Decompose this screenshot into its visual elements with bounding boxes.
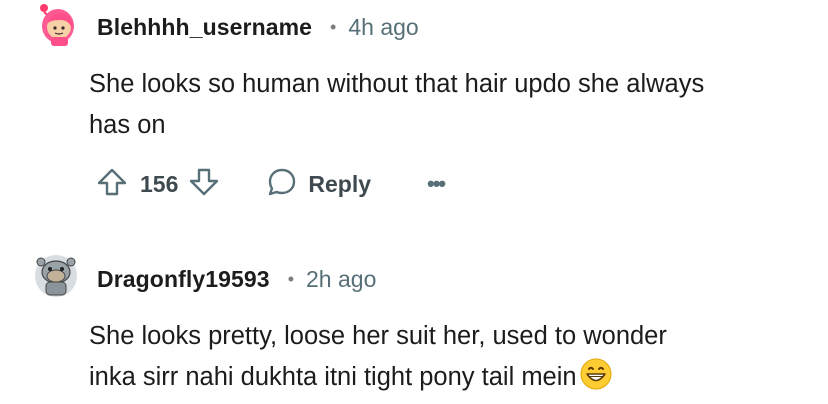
comment-timestamp[interactable]: 4h ago bbox=[348, 14, 418, 41]
comment-text-line-with-emoji: inka sirr nahi dukhta itni tight pony ta… bbox=[89, 357, 667, 398]
grinning-face-emoji-icon bbox=[579, 357, 613, 391]
comment-bubble-icon bbox=[266, 166, 298, 203]
comment-text-line: has on bbox=[89, 111, 166, 139]
downvote-icon[interactable] bbox=[188, 166, 220, 203]
comment-body: She looks pretty, loose her suit her, us… bbox=[89, 316, 667, 398]
comment-meta: Dragonfly19593 • 2h ago bbox=[97, 266, 376, 293]
more-options-icon: ••• bbox=[427, 171, 446, 196]
vote-group: 156 bbox=[96, 166, 220, 203]
grey-snoo-avatar-icon[interactable] bbox=[34, 254, 78, 298]
username-link[interactable]: Blehhhh_username bbox=[97, 14, 312, 41]
comment-body: She looks so human without that hair upd… bbox=[89, 64, 704, 146]
comment-text-line: She looks pretty, loose her suit her, us… bbox=[89, 322, 667, 350]
meta-separator: • bbox=[330, 17, 337, 37]
comment-text-line: She looks so human without that hair upd… bbox=[89, 70, 705, 98]
username-link[interactable]: Dragonfly19593 bbox=[97, 266, 270, 293]
more-options-button[interactable]: ••• bbox=[427, 171, 446, 196]
comment-text-line: inka sirr nahi dukhta itni tight pony ta… bbox=[89, 363, 577, 391]
meta-separator: • bbox=[287, 269, 295, 289]
comment-actions: 156 Reply ••• bbox=[96, 164, 446, 204]
reply-label: Reply bbox=[308, 170, 372, 197]
pink-snoo-avatar-icon[interactable] bbox=[34, 4, 78, 48]
vote-count: 156 bbox=[140, 170, 179, 197]
comment-meta: Blehhhh_username • 4h ago bbox=[97, 14, 419, 41]
comment-timestamp[interactable]: 2h ago bbox=[306, 266, 376, 293]
reply-button[interactable]: Reply bbox=[266, 166, 371, 203]
comment: Blehhhh_username • 4h ago She looks so h… bbox=[0, 0, 828, 230]
upvote-icon[interactable] bbox=[96, 166, 128, 203]
comment: Dragonfly19593 • 2h ago She looks pretty… bbox=[0, 236, 828, 404]
